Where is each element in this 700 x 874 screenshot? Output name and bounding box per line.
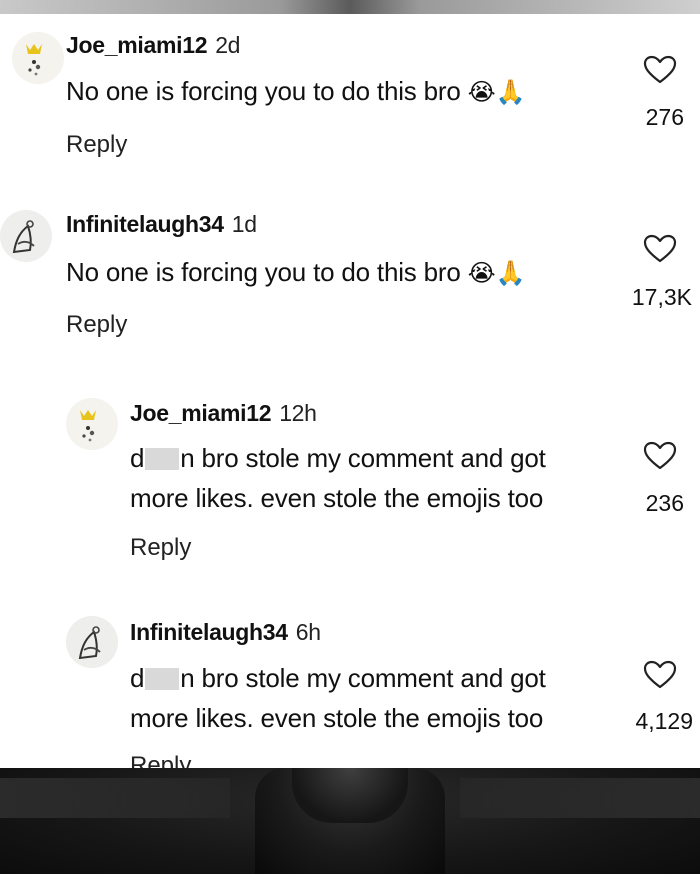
reply-button[interactable]: Reply [66, 311, 127, 339]
comment-time: 6h [295, 619, 321, 645]
censor-block [145, 668, 180, 690]
comment-text: dn bro stole my comment and got [130, 663, 546, 693]
reply-button[interactable]: Reply [130, 752, 191, 768]
comment-username[interactable]: Infinitelaugh34 6h [130, 619, 321, 646]
comment-time: 2d [215, 32, 241, 58]
like-button[interactable] [643, 660, 677, 690]
heart-outline-icon [643, 660, 677, 689]
background-photo-top [0, 0, 700, 14]
comment-time: 1d [231, 211, 257, 237]
like-count: 17,3K [631, 284, 692, 310]
comment-text-line2: more likes. even stole the emojis too [130, 483, 544, 513]
heart-outline-icon [643, 55, 677, 84]
like-count: 276 [645, 104, 684, 130]
avatar[interactable] [66, 616, 118, 668]
like-button[interactable] [643, 55, 677, 85]
censor-block [145, 448, 180, 470]
crown-figure-avatar-icon [66, 398, 118, 450]
emoji: 😭🙏 [467, 79, 526, 106]
background-shade [460, 778, 700, 818]
like-count: 236 [645, 490, 684, 516]
comment-username[interactable]: Joe_miami12 12h [130, 400, 317, 427]
comment-text: No one is forcing you to do this bro 😭🙏 [66, 76, 526, 106]
comment-text-line2: more likes. even stole the emojis too [130, 703, 544, 733]
chess-pawn-top [292, 768, 408, 823]
heart-outline-icon [643, 234, 677, 263]
comment-time: 12h [279, 400, 317, 426]
comment-username[interactable]: Infinitelaugh34 1d [66, 211, 257, 238]
reply-button[interactable]: Reply [66, 131, 127, 159]
like-button[interactable] [643, 441, 677, 471]
emoji: 😭🙏 [467, 260, 526, 287]
comment-text: No one is forcing you to do this bro 😭🙏 [66, 257, 526, 287]
comment-text: dn bro stole my comment and got [130, 443, 546, 473]
heart-outline-icon [643, 441, 677, 470]
like-count: 4,129 [635, 708, 693, 734]
crown-figure-avatar-icon [12, 32, 64, 84]
comment-username[interactable]: Joe_miami12 2d [66, 32, 240, 59]
avatar[interactable] [12, 32, 64, 84]
sketch-figure-avatar-icon [0, 210, 52, 262]
reply-button[interactable]: Reply [130, 534, 191, 562]
sketch-figure-avatar-icon [66, 616, 118, 668]
like-button[interactable] [643, 234, 677, 264]
background-shade [0, 778, 230, 818]
avatar[interactable] [66, 398, 118, 450]
avatar[interactable] [0, 210, 52, 262]
comments-panel: Joe_miami12 2d No one is forcing you to d… [0, 14, 700, 768]
background-photo-bottom [0, 768, 700, 874]
